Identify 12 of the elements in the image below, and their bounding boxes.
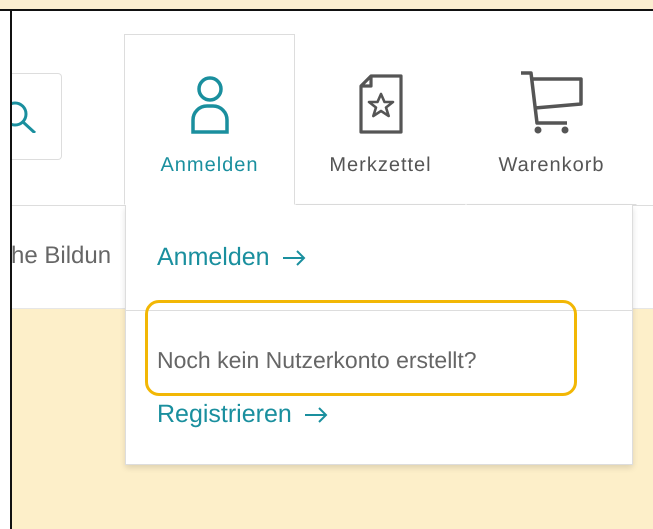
arrow-right-icon	[304, 406, 328, 422]
register-link[interactable]: Registrieren	[157, 400, 328, 429]
person-icon	[190, 76, 230, 134]
login-link[interactable]: Anmelden	[157, 243, 306, 272]
header-tab[interactable]: Anmelden	[124, 34, 295, 205]
search-icon	[12, 100, 38, 132]
star-document-icon	[358, 74, 404, 134]
no-account-question: Noch kein Nutzerkonto erstellt?	[157, 347, 477, 374]
shopping-cart-icon	[518, 70, 584, 134]
nav-item[interactable]: he Bildun	[12, 242, 112, 270]
search-button[interactable]	[12, 73, 62, 160]
arrow-right-icon	[282, 250, 306, 266]
